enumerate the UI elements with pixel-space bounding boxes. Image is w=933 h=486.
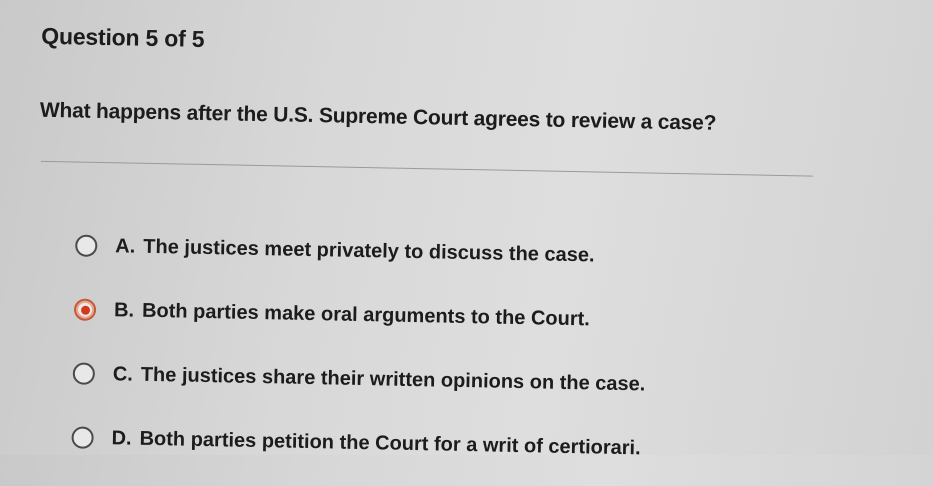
radio-button-a[interactable] bbox=[75, 234, 98, 257]
radio-selected-dot-icon bbox=[80, 305, 90, 315]
answer-option-letter: B. bbox=[113, 298, 135, 322]
radio-button-c[interactable] bbox=[72, 362, 96, 385]
radio-button-b-selected[interactable] bbox=[73, 298, 97, 321]
divider bbox=[40, 160, 813, 177]
answer-option-a[interactable]: A. The justices meet privately to discus… bbox=[75, 213, 649, 288]
answer-option-d[interactable]: D. Both parties petition the Court for a… bbox=[71, 405, 645, 480]
answer-option-letter: D. bbox=[111, 426, 132, 450]
answer-choices: A. The justices meet privately to discus… bbox=[71, 213, 648, 480]
answer-option-text: The justices share their written opinion… bbox=[140, 363, 646, 395]
answer-option-b[interactable]: B. Both parties make oral arguments to t… bbox=[73, 277, 647, 352]
answer-option-letter: C. bbox=[112, 362, 134, 386]
answer-option-text: Both parties make oral arguments to the … bbox=[141, 299, 591, 330]
question-progress-label: Question 5 of 5 bbox=[41, 22, 205, 52]
quiz-page: Question 5 of 5 What happens after the U… bbox=[0, 0, 933, 473]
question-text: What happens after the U.S. Supreme Cour… bbox=[39, 98, 717, 135]
answer-option-text: The justices meet privately to discuss t… bbox=[143, 235, 595, 266]
radio-button-d[interactable] bbox=[71, 426, 94, 449]
answer-option-letter: A. bbox=[115, 234, 136, 258]
answer-option-c[interactable]: C. The justices share their written opin… bbox=[72, 341, 646, 416]
